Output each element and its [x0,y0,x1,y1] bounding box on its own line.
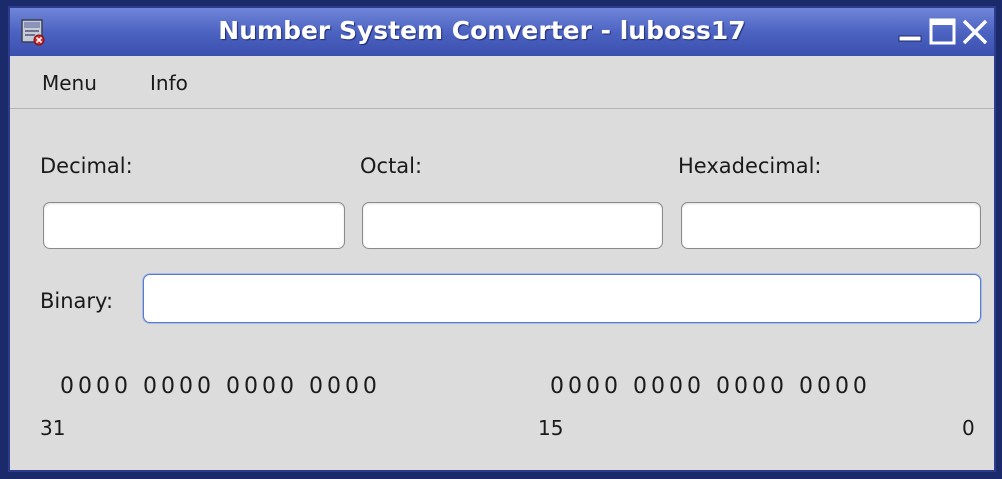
bit-marker-0: 0 [962,416,975,440]
window-title: Number System Converter - luboss17 [218,16,746,45]
binary-input[interactable] [143,274,981,323]
hexadecimal-label: Hexadecimal: [678,154,822,178]
bit-marker-15: 15 [538,416,564,440]
minimize-icon[interactable] [896,17,926,47]
title-bar[interactable]: Number System Converter - luboss17 [10,8,994,57]
menu-info[interactable]: Info [150,56,188,108]
binary-label: Binary: [40,289,114,313]
app-window: Number System Converter - luboss17 Menu [8,6,996,472]
decimal-label: Decimal: [40,154,133,178]
decimal-input[interactable] [43,202,345,249]
bits-low-word[interactable]: 0000 0000 0000 0000 [550,374,871,399]
menu-menu[interactable]: Menu [42,56,97,108]
close-icon[interactable] [960,17,990,47]
bit-marker-31: 31 [40,416,66,440]
octal-input[interactable] [362,202,663,249]
menu-bar: Menu Info [10,56,994,109]
octal-label: Octal: [360,154,423,178]
hexadecimal-input[interactable] [681,202,981,249]
bits-high-word[interactable]: 0000 0000 0000 0000 [60,374,381,399]
maximize-icon[interactable] [928,17,958,47]
window-controls [894,17,990,47]
